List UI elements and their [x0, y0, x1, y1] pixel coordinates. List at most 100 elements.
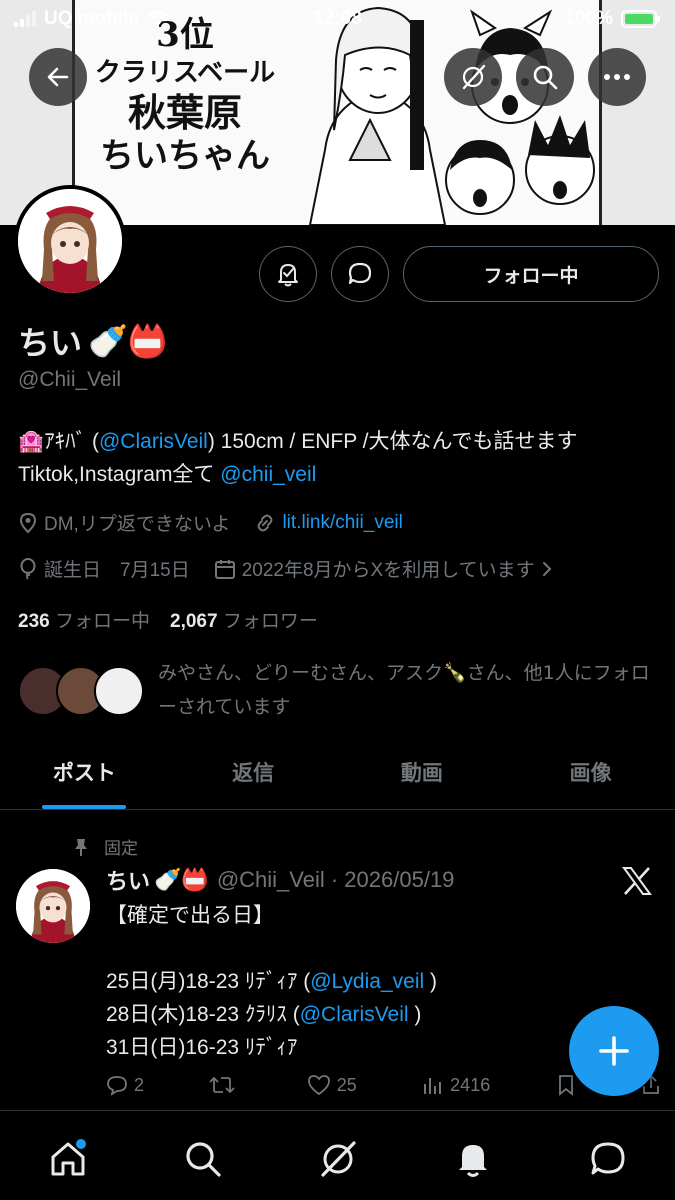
tab-videos[interactable]: 動画	[338, 742, 507, 802]
view-count: 2416	[450, 1074, 491, 1095]
followers-count: 2,067	[170, 611, 218, 632]
search-icon	[533, 65, 558, 90]
tab-replies[interactable]: 返信	[169, 742, 338, 802]
name-emojis: 🍼📛	[88, 322, 168, 360]
more-button[interactable]	[588, 48, 646, 106]
location-item: DM,リプ返できないよ	[18, 509, 230, 536]
tweet-line: 【確定で出る日】	[106, 904, 274, 927]
following-label: フォロー中	[54, 611, 150, 632]
nav-notifications[interactable]	[449, 1135, 497, 1183]
nav-messages[interactable]	[584, 1135, 632, 1183]
retweet-icon	[209, 1076, 236, 1094]
nav-home[interactable]	[44, 1135, 92, 1183]
calendar-icon	[214, 559, 235, 579]
chat-bubble-icon	[348, 262, 372, 285]
pin-icon	[75, 838, 87, 856]
followers-stat[interactable]: 2,067 フォロワー	[170, 606, 318, 633]
nav-grok[interactable]	[314, 1135, 362, 1183]
display-name: ちい	[18, 324, 83, 362]
search-button[interactable]	[516, 48, 574, 106]
balloon-icon	[20, 557, 36, 580]
chevron-right-icon	[542, 561, 552, 576]
birthday-item: 誕生日 7月15日	[18, 555, 190, 582]
profile-tabs: ポスト 返信 動画 画像	[0, 742, 675, 810]
tweet-avatar[interactable]	[16, 869, 90, 943]
joined-text: 2022年8月からXを利用しています	[241, 560, 535, 581]
following-count: 236	[18, 611, 50, 632]
bottom-navigation	[0, 1110, 675, 1200]
tweet-mention-link[interactable]: @ClarisVeil	[300, 1003, 409, 1026]
follower-avatar	[94, 666, 144, 716]
tweet-author-name[interactable]: ちい 🍼📛	[106, 864, 209, 896]
tab-posts[interactable]: ポスト	[0, 742, 169, 802]
location-text: DM,リプ返できないよ	[44, 514, 231, 535]
followed-by-row[interactable]: みやさん、どりーむさん、アスク🍾さん、他1人にフォローされています	[18, 656, 668, 720]
like-count: 25	[336, 1074, 357, 1095]
tweet-body: 【確定で出る日】 25日(月)18-23 ﾘﾃﾞｨｱ (@Lydia_veil …	[106, 899, 576, 1064]
reply-button[interactable]: 2	[106, 1074, 144, 1096]
followers-label: フォロワー	[222, 611, 318, 632]
profile-handle: @Chii_Veil	[18, 368, 122, 391]
bio-mention-link[interactable]: @chii_veil	[220, 463, 316, 486]
birthday-text: 誕生日 7月15日	[44, 560, 190, 581]
compose-button[interactable]	[569, 1006, 659, 1096]
more-icon	[604, 74, 630, 80]
pinned-label: 固定	[104, 839, 138, 859]
battery-area: 100%	[564, 8, 660, 30]
nav-search[interactable]	[179, 1135, 227, 1183]
website-item[interactable]: lit.link/chii_veil	[254, 512, 403, 534]
back-button[interactable]	[29, 48, 87, 106]
banner-line: クラリスベール	[94, 57, 276, 88]
bell-icon	[458, 1145, 487, 1177]
like-button[interactable]: 25	[307, 1074, 357, 1096]
status-bar: UQ mobile 12:08 100%	[0, 0, 675, 38]
avatar-image	[16, 869, 90, 943]
following-stat[interactable]: 236 フォロー中	[18, 606, 150, 633]
notifications-toggle-button[interactable]	[259, 246, 317, 302]
home-notification-dot	[75, 1139, 86, 1149]
views-button[interactable]: 2416	[422, 1074, 490, 1096]
back-arrow-icon	[47, 67, 69, 87]
heart-icon	[307, 1075, 330, 1096]
location-pin-icon	[19, 512, 37, 533]
plus-icon	[599, 1036, 629, 1066]
tweet-line: 28日(木)18-23 ｸﾗﾘｽ (@ClarisVeil )	[106, 1003, 422, 1026]
profile-name: ちい 🍼📛	[18, 318, 168, 364]
link-icon	[257, 514, 273, 531]
bio-text: ｱｷﾊﾞ (	[44, 430, 99, 453]
reply-count: 2	[134, 1074, 145, 1095]
avatar-image	[18, 189, 122, 293]
profile-meta-row: 誕生日 7月15日 2022年8月からXを利用しています	[18, 555, 577, 582]
bio-mention-link[interactable]: @ClarisVeil	[99, 430, 208, 453]
banner-line: ちいちゃん	[100, 135, 270, 176]
retweet-button[interactable]	[209, 1074, 241, 1096]
grok-button[interactable]	[444, 48, 502, 106]
tab-media[interactable]: 画像	[506, 742, 675, 802]
website-link[interactable]: lit.link/chii_veil	[282, 512, 402, 534]
follower-avatars	[18, 666, 148, 716]
grok-icon	[320, 1141, 356, 1177]
message-button[interactable]	[331, 246, 389, 302]
tweet-handle-date: @Chii_Veil · 2026/05/19	[216, 867, 455, 892]
joined-item[interactable]: 2022年8月からXを利用しています	[214, 555, 553, 582]
x-logo-icon	[622, 867, 652, 895]
tweet-name-emojis: 🍼📛	[154, 867, 209, 892]
views-icon	[424, 1078, 442, 1094]
banner-text: 3位 クラリスベール 秋葉原 ちいちゃん	[80, 17, 290, 176]
bookmark-button[interactable]	[556, 1074, 576, 1096]
tweet-header: ちい 🍼📛 @Chii_Veil · 2026/05/19	[106, 864, 454, 896]
chat-bubble-icon	[591, 1142, 624, 1175]
following-button[interactable]: フォロー中	[403, 246, 659, 302]
battery-percent: 100%	[564, 8, 613, 29]
followed-by-text: みやさん、どりーむさん、アスク🍾さん、他1人にフォローされています	[158, 662, 650, 718]
battery-icon	[621, 10, 660, 28]
reply-icon	[107, 1076, 127, 1096]
profile-avatar[interactable]	[14, 185, 126, 297]
search-icon	[185, 1142, 221, 1177]
tweet-mention-link[interactable]: @Lydia_veil	[310, 970, 424, 993]
grok-icon	[462, 64, 486, 90]
bio-emoji: 🏩	[18, 430, 45, 453]
banner-line: 秋葉原	[127, 89, 242, 135]
pinned-indicator: 固定	[72, 834, 138, 859]
tweet-line: 25日(月)18-23 ﾘﾃﾞｨｱ (@Lydia_veil )	[106, 970, 437, 993]
